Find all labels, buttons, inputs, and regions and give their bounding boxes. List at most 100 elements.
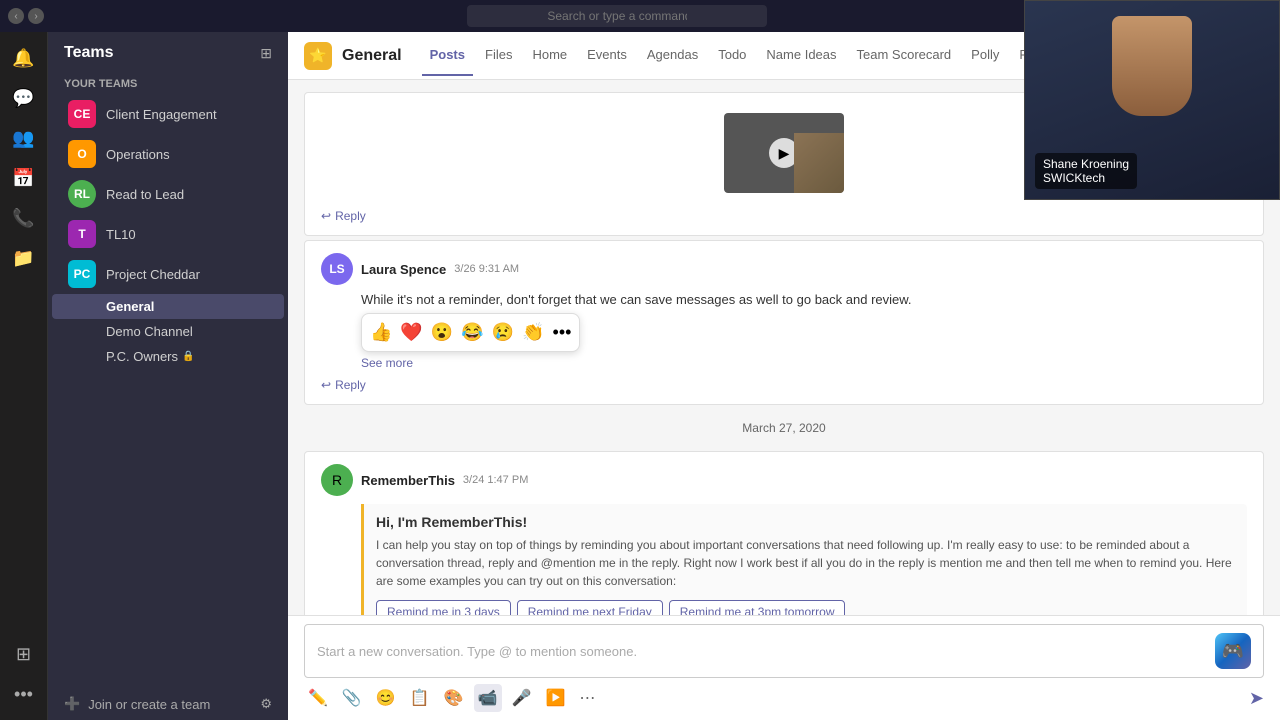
message-body-laura: While it's not a reminder, don't forget … [361, 291, 1247, 309]
presenter-company: SWICKtech [1043, 171, 1129, 185]
bot-card-title: Hi, I'm RememberThis! [376, 514, 1235, 530]
bot-time-rememberthis: 3/24 1:47 PM [463, 474, 528, 486]
sidebar-item-more[interactable]: ••• [6, 676, 42, 712]
video-tool[interactable]: 📹 [474, 684, 502, 712]
nav-forward-button[interactable]: › [28, 8, 44, 24]
time-laura: 3/26 9:31 AM [454, 263, 519, 275]
reply-arrow-icon: ↩ [321, 209, 331, 223]
emoji-thumbsup[interactable]: 👍 [368, 320, 394, 345]
format-tool[interactable]: ✏️ [304, 684, 332, 712]
teams-cube-icon: 🎮 [1215, 633, 1251, 669]
emoji-wow[interactable]: 😮 [429, 320, 455, 345]
icon-sidebar: 🔔 💬 👥 📅 📞 📁 ⊞ ••• [0, 32, 48, 720]
video-thumbnail[interactable]: ▶ [724, 113, 844, 193]
channel-name-pc-owners: P.C. Owners [106, 349, 178, 364]
send-button[interactable]: ➤ [1249, 688, 1264, 709]
bot-button-3days[interactable]: Remind me in 3 days [376, 600, 511, 615]
record-tool[interactable]: ▶️ [541, 684, 569, 712]
video-overlay: Shane Kroening SWICKtech [1024, 0, 1280, 200]
sidebar-item-files[interactable]: 📁 [6, 240, 42, 276]
team-item-operations[interactable]: O Operations ••• [52, 134, 284, 174]
author-laura: Laura Spence [361, 262, 446, 277]
tab-files[interactable]: Files [477, 35, 520, 76]
chat-icon: 💬 [12, 88, 34, 109]
sidebar-item-apps[interactable]: ⊞ [6, 636, 42, 672]
channel-item-demo[interactable]: Demo Channel [52, 319, 284, 344]
video-name-badge: Shane Kroening SWICKtech [1035, 153, 1137, 189]
reply-link-laura[interactable]: ↩ Reply [321, 378, 1247, 392]
channel-item-general[interactable]: General [52, 294, 284, 319]
emoji-more[interactable]: ••• [551, 320, 574, 345]
reply-label: Reply [335, 209, 366, 223]
more-tool[interactable]: ⋯ [575, 684, 599, 712]
attach-tool[interactable]: 📎 [338, 684, 366, 712]
bot-name-rememberthis: RememberThis [361, 473, 455, 488]
teams-sidebar: Teams ⊞ Your teams CE Client Engagement … [48, 32, 288, 720]
reply-link-video[interactable]: ↩ Reply [321, 209, 1247, 223]
video-person-large: Shane Kroening SWICKtech [1025, 1, 1279, 199]
team-item-read-to-lead[interactable]: RL Read to Lead ••• [52, 174, 284, 214]
tab-polly[interactable]: Polly [963, 35, 1007, 76]
message-header-laura: LS Laura Spence 3/26 9:31 AM [321, 253, 1247, 285]
activity-icon: 🔔 [12, 48, 34, 69]
audio-tool[interactable]: 🎤 [508, 684, 536, 712]
calls-icon: 📞 [12, 208, 34, 229]
bot-button-3pm-tomorrow[interactable]: Remind me at 3pm tomorrow [669, 600, 846, 615]
channel-name-demo: Demo Channel [106, 324, 193, 339]
sidebar-item-teams[interactable]: 👥 [6, 120, 42, 156]
gif-tool[interactable]: 📋 [406, 684, 434, 712]
emoji-clap[interactable]: 👏 [520, 320, 546, 345]
emoji-heart[interactable]: ❤️ [398, 320, 424, 345]
see-more-laura[interactable]: See more [361, 356, 1247, 370]
join-team-label: Join or create a team [88, 697, 210, 712]
emoji-popup: 👍 ❤️ 😮 😂 😢 👏 ••• [361, 313, 580, 352]
files-icon: 📁 [12, 248, 34, 269]
presenter-figure [1112, 16, 1192, 116]
compose-box[interactable]: Start a new conversation. Type @ to ment… [304, 624, 1264, 678]
sidebar-item-activity[interactable]: 🔔 [6, 40, 42, 76]
title-bar-nav: ‹ › [8, 8, 44, 24]
sidebar-item-chat[interactable]: 💬 [6, 80, 42, 116]
sidebar-item-calls[interactable]: 📞 [6, 200, 42, 236]
team-name-project-cheddar: Project Cheddar [106, 267, 251, 282]
filter-icon[interactable]: ⊞ [260, 45, 272, 62]
tab-team-scorecard[interactable]: Team Scorecard [849, 35, 960, 76]
team-item-project-cheddar[interactable]: PC Project Cheddar ••• [52, 254, 284, 294]
sidebar-item-calendar[interactable]: 📅 [6, 160, 42, 196]
bot-header-rememberthis: R RememberThis 3/24 1:47 PM [321, 464, 1247, 496]
channel-header-icon: ⭐ [304, 42, 332, 70]
teams-sidebar-header: Teams ⊞ [48, 32, 288, 70]
team-item-tl10[interactable]: T TL10 ••• [52, 214, 284, 254]
tab-name-ideas[interactable]: Name Ideas [758, 35, 844, 76]
team-avatar-operations: O [68, 140, 96, 168]
search-input[interactable] [467, 5, 767, 27]
team-avatar-project-cheddar: PC [68, 260, 96, 288]
team-name-client-engagement: Client Engagement [106, 107, 251, 122]
settings-icon[interactable]: ⚙ [260, 696, 272, 712]
compose-placeholder: Start a new conversation. Type @ to ment… [317, 644, 1215, 659]
channel-name-general: General [106, 299, 154, 314]
emoji-laugh[interactable]: 😂 [459, 320, 485, 345]
join-team-button[interactable]: ➕ Join or create a team ⚙ [48, 688, 288, 720]
team-name-operations: Operations [106, 147, 251, 162]
team-avatar-client-engagement: CE [68, 100, 96, 128]
nav-back-button[interactable]: ‹ [8, 8, 24, 24]
tab-home[interactable]: Home [524, 35, 575, 76]
bot-card: Hi, I'm RememberThis! I can help you sta… [361, 504, 1247, 615]
tab-events[interactable]: Events [579, 35, 635, 76]
team-item-client-engagement[interactable]: CE Client Engagement ••• [52, 94, 284, 134]
avatar-laura: LS [321, 253, 353, 285]
tab-posts[interactable]: Posts [422, 35, 473, 76]
channel-item-pc-owners[interactable]: P.C. Owners 🔒 [52, 344, 284, 369]
emoji-tool[interactable]: 😊 [372, 684, 400, 712]
bot-buttons: Remind me in 3 days Remind me next Frida… [376, 600, 1235, 615]
tab-todo[interactable]: Todo [710, 35, 754, 76]
bot-button-next-friday[interactable]: Remind me next Friday [517, 600, 663, 615]
lock-icon: 🔒 [182, 351, 194, 362]
emoji-sad[interactable]: 😢 [490, 320, 516, 345]
calendar-icon: 📅 [12, 168, 34, 189]
date-divider-text: March 27, 2020 [742, 421, 825, 435]
tab-agendas[interactable]: Agendas [639, 35, 706, 76]
sticker-tool[interactable]: 🎨 [440, 684, 468, 712]
compose-toolbar: ✏️ 📎 😊 📋 🎨 📹 🎤 ▶️ ⋯ ➤ [304, 684, 1264, 712]
